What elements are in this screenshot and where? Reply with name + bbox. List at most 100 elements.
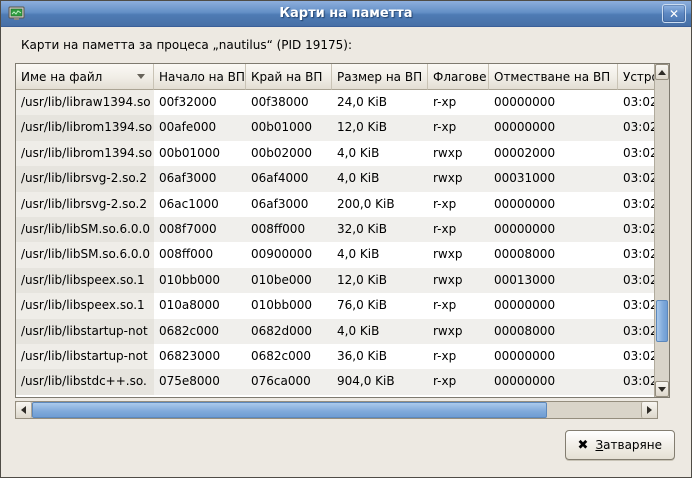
column-header-0[interactable]: Име на файл (16, 64, 154, 90)
table-cell: 24,0 KiB (332, 90, 428, 115)
table-cell: 008f7000 (154, 217, 246, 242)
table-cell: 00000000 (489, 369, 618, 394)
table-cell: 03:02 (618, 115, 654, 140)
scroll-down-button[interactable] (655, 381, 669, 397)
vertical-scrollbar-track[interactable] (655, 80, 669, 381)
table-row[interactable]: /usr/lib/libSM.so.6.0.0008ff000009000004… (16, 242, 654, 267)
table-cell: 010a8000 (154, 293, 246, 318)
table-row[interactable]: /usr/lib/librsvg-2.so.206af300006af40004… (16, 166, 654, 191)
table-cell: /usr/lib/libSM.so.6.0.0 (16, 217, 154, 242)
table-row[interactable]: /usr/lib/libstdc++.so.075e8000076ca00090… (16, 369, 654, 394)
column-header-label: Край на ВП (251, 70, 322, 84)
table-cell: 00031000 (489, 166, 618, 191)
table-cell: r-xp (428, 293, 489, 318)
table-cell: 03:02 (618, 369, 654, 394)
table-cell: 0682c000 (246, 344, 332, 369)
table-cell: 03:02 (618, 293, 654, 318)
table-cell: 00008000 (489, 242, 618, 267)
table-cell: 00b01000 (154, 141, 246, 166)
sort-descending-icon (137, 74, 145, 79)
table-cell: 076ca000 (246, 369, 332, 394)
table-cell: 4,0 KiB (332, 166, 428, 191)
table-cell: 06af3000 (154, 166, 246, 191)
table-cell: 76,0 KiB (332, 293, 428, 318)
column-header-label: Флагове (433, 70, 486, 84)
column-header-4[interactable]: Флагове (428, 64, 489, 90)
table-cell: 03:02 (618, 192, 654, 217)
table-cell: 00000000 (489, 90, 618, 115)
table-row[interactable]: /usr/lib/libSM.so.6.0.0008f7000008ff0003… (16, 217, 654, 242)
table-cell: r-xp (428, 192, 489, 217)
treeview: Име на файл Начало на ВП Край на ВП Размер … (16, 64, 654, 397)
table-cell: 00900000 (246, 242, 332, 267)
arrow-down-icon (658, 387, 666, 392)
column-header-5[interactable]: Отместване на ВП (489, 64, 618, 90)
table-cell: 008ff000 (154, 242, 246, 267)
horizontal-scrollbar[interactable] (15, 401, 658, 419)
table-cell: 075e8000 (154, 369, 246, 394)
table-row[interactable]: /usr/lib/libraw1394.so00f3200000f3800024… (16, 90, 654, 115)
table-cell: 00000000 (489, 192, 618, 217)
table-cell: 00000000 (489, 293, 618, 318)
table-cell: 010bb000 (246, 293, 332, 318)
arrow-left-icon (21, 406, 26, 414)
dialog-description: Карти на паметта за процеса „nautilus“ (… (21, 38, 352, 52)
table-row[interactable]: /usr/lib/librom1394.so00b0100000b020004,… (16, 141, 654, 166)
table-cell: 00008000 (489, 319, 618, 344)
scroll-up-button[interactable] (655, 64, 669, 80)
column-header-label: Име на файл (21, 70, 102, 84)
table-cell: 010be000 (246, 268, 332, 293)
table-row[interactable]: /usr/lib/librom1394.so00afe00000b0100012… (16, 115, 654, 140)
vertical-scrollbar-thumb[interactable] (656, 300, 668, 342)
table-cell: rwxp (428, 242, 489, 267)
column-header-label: Устройство (623, 70, 654, 84)
table-header: Име на файл Начало на ВП Край на ВП Размер … (16, 64, 654, 90)
table-cell: 0682c000 (154, 319, 246, 344)
table-cell: 00afe000 (154, 115, 246, 140)
table-cell: /usr/lib/librom1394.so (16, 115, 154, 140)
vertical-scrollbar[interactable] (654, 64, 669, 397)
table-cell: 4,0 KiB (332, 141, 428, 166)
horizontal-scrollbar-track[interactable] (32, 402, 641, 418)
system-monitor-icon (8, 6, 25, 21)
table-cell: 03:02 (618, 217, 654, 242)
table-cell: 4,0 KiB (332, 319, 428, 344)
column-header-1[interactable]: Начало на ВП (154, 64, 246, 90)
table-cell: /usr/lib/libspeex.so.1 (16, 293, 154, 318)
close-button-icon: ✖ (578, 439, 589, 452)
titlebar-close-button[interactable]: ✕ (662, 4, 686, 23)
table-row[interactable]: /usr/lib/librsvg-2.so.206ac100006af30002… (16, 192, 654, 217)
table-row[interactable]: /usr/lib/libspeex.so.1010a8000010bb00076… (16, 293, 654, 318)
column-header-3[interactable]: Размер на ВП (332, 64, 428, 90)
table-cell: r-xp (428, 217, 489, 242)
column-header-2[interactable]: Край на ВП (246, 64, 332, 90)
table-cell: 03:02 (618, 344, 654, 369)
memory-maps-table: Име на файл Начало на ВП Край на ВП Размер … (15, 63, 670, 398)
column-header-label: Начало на ВП (159, 70, 245, 84)
titlebar[interactable]: Карти на паметта ✕ (1, 1, 691, 27)
table-cell: /usr/lib/librsvg-2.so.2 (16, 192, 154, 217)
arrow-right-icon (647, 406, 652, 414)
scroll-left-button[interactable] (16, 402, 32, 418)
table-row[interactable]: /usr/lib/libstartup-not0682c0000682d0004… (16, 319, 654, 344)
table-body: /usr/lib/libraw1394.so00f3200000f3800024… (16, 90, 654, 395)
table-cell: /usr/lib/libSM.so.6.0.0 (16, 242, 154, 267)
column-header-label: Размер на ВП (337, 70, 422, 84)
memory-maps-dialog: Карти на паметта ✕ Карти на паметта за п… (0, 0, 692, 478)
table-cell: 03:02 (618, 242, 654, 267)
table-cell: rwxp (428, 319, 489, 344)
close-dialog-button[interactable]: ✖ Затваряне (565, 430, 675, 460)
table-cell: 03:02 (618, 166, 654, 191)
table-cell: 06af4000 (246, 166, 332, 191)
column-header-6[interactable]: Устройство (618, 64, 654, 90)
table-row[interactable]: /usr/lib/libspeex.so.1010bb000010be00012… (16, 268, 654, 293)
close-button-label: Затваряне (595, 438, 662, 452)
table-row[interactable]: /usr/lib/libstartup-not068230000682c0003… (16, 344, 654, 369)
horizontal-scrollbar-thumb[interactable] (32, 402, 547, 418)
table-cell: 03:02 (618, 90, 654, 115)
table-cell: 00000000 (489, 115, 618, 140)
table-cell: 06ac1000 (154, 192, 246, 217)
table-cell: 4,0 KiB (332, 242, 428, 267)
scroll-right-button[interactable] (641, 402, 657, 418)
table-cell: /usr/lib/libstartup-not (16, 344, 154, 369)
